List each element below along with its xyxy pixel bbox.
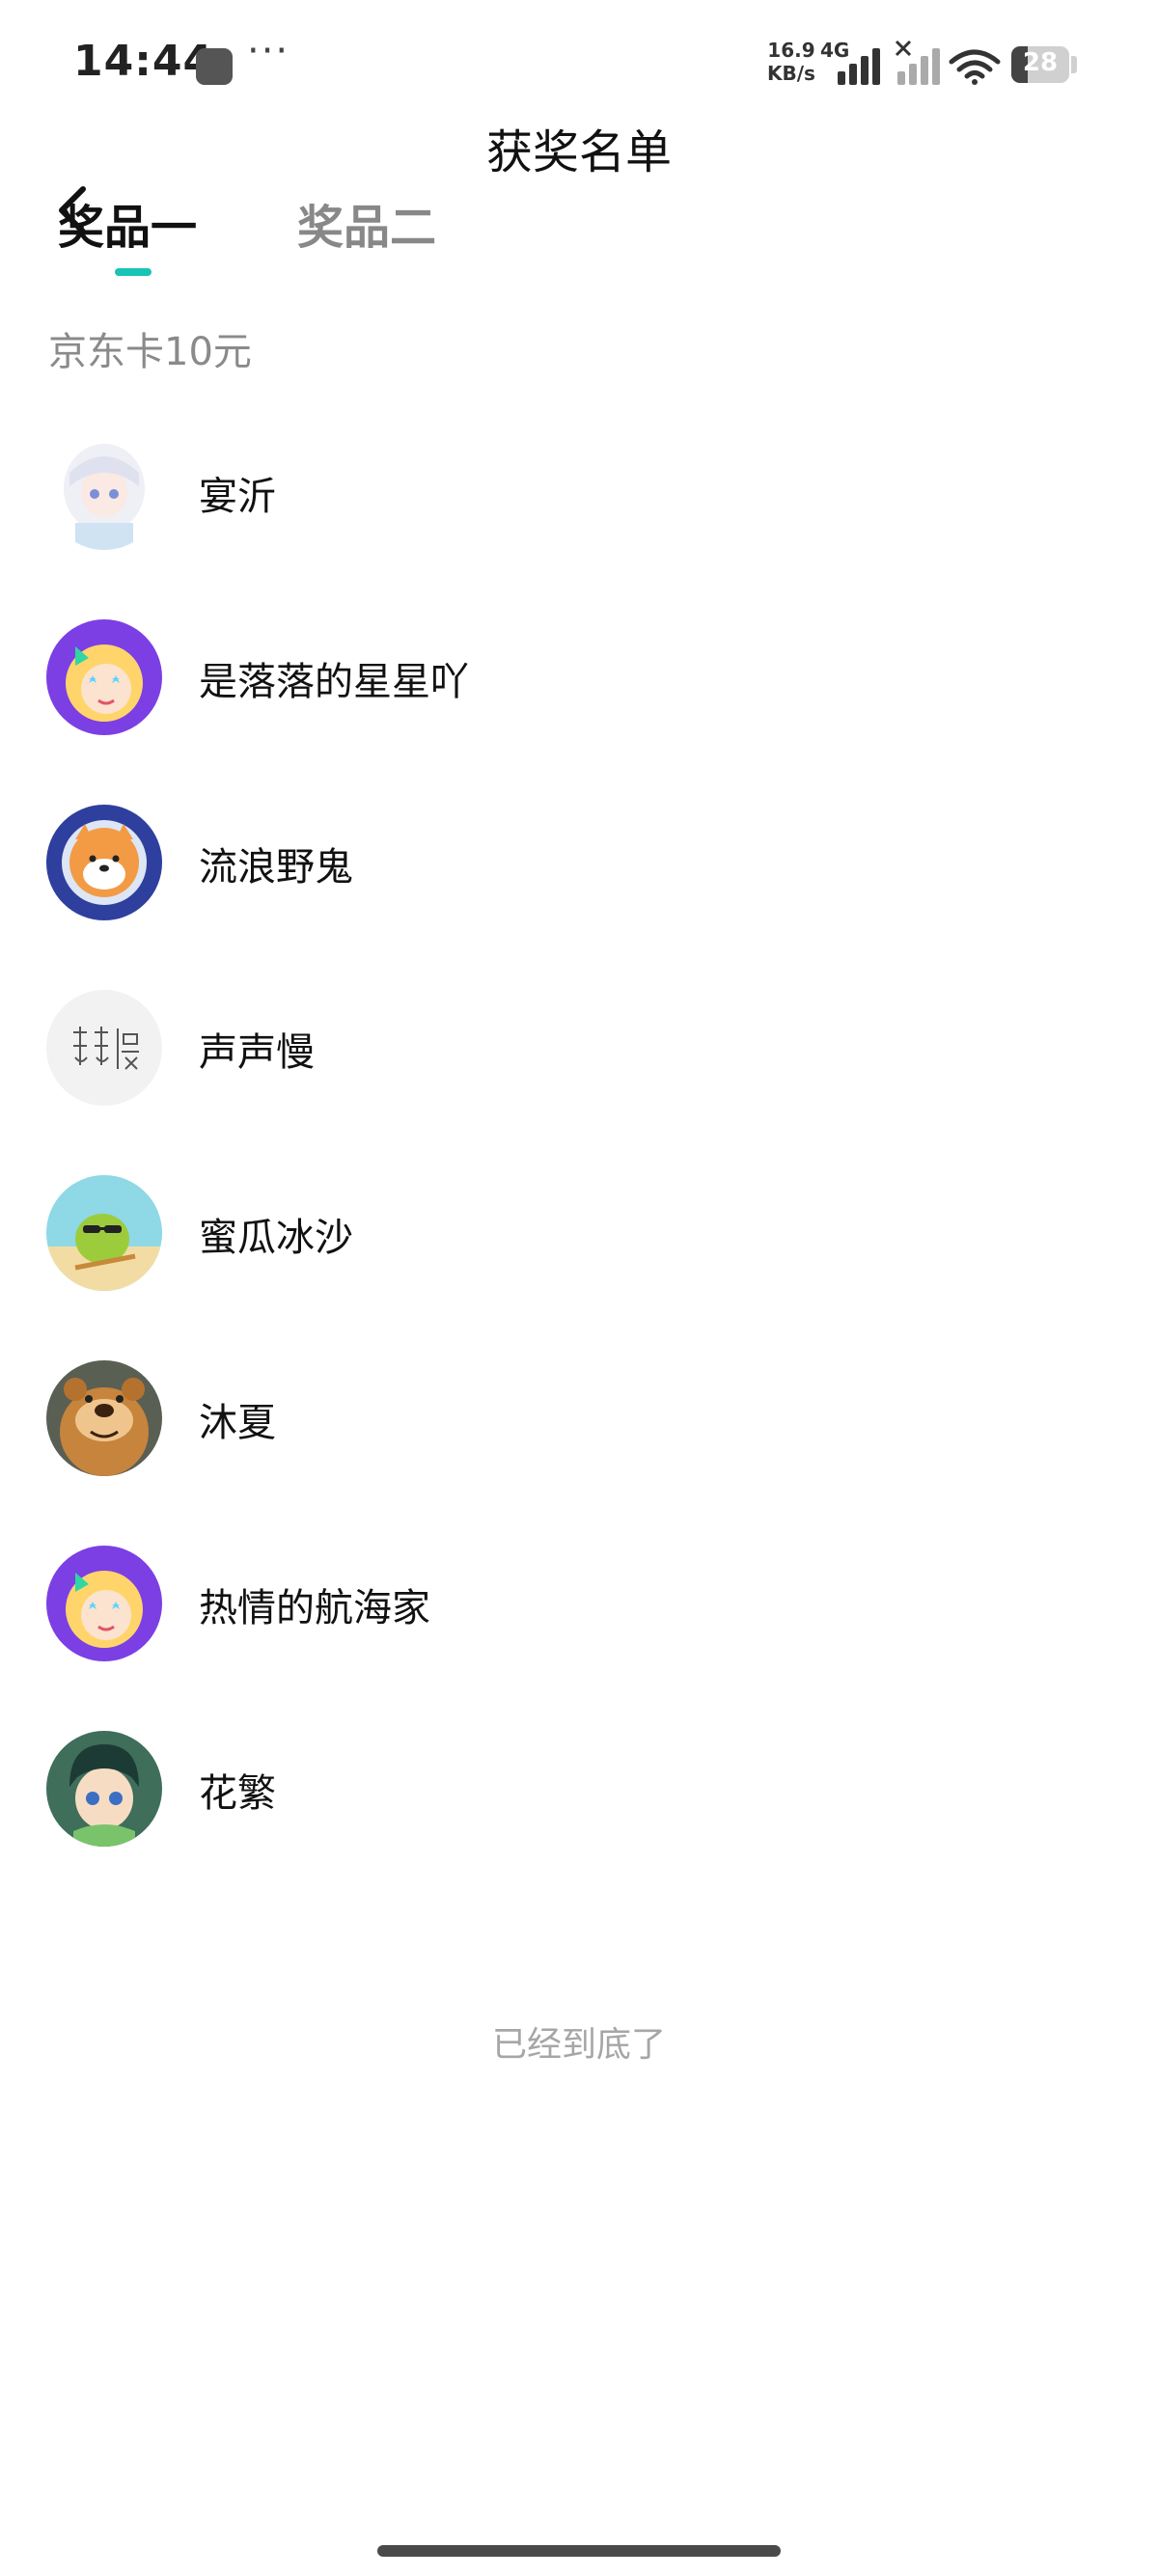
tab-prize-2[interactable]: 奖品二 bbox=[297, 189, 436, 257]
battery-icon: 28 bbox=[1011, 46, 1069, 83]
winner-name: 流浪野鬼 bbox=[199, 845, 353, 890]
app-notification-icon bbox=[196, 48, 233, 85]
status-time: 14:44 bbox=[73, 37, 214, 86]
status-bar: 14:44 ··· 16.9 KB/s 4G 28 bbox=[0, 0, 1158, 125]
network-speed-value: 16.9 bbox=[767, 39, 815, 62]
active-tab-indicator bbox=[115, 268, 152, 276]
winner-row: 沐夏 bbox=[0, 1341, 1158, 1526]
signal-no-service-icon bbox=[895, 40, 946, 85]
winner-name: 热情的航海家 bbox=[199, 1586, 430, 1631]
wifi-icon bbox=[949, 49, 1001, 85]
prize-name: 京东卡10元 bbox=[48, 330, 252, 374]
winner-name: 是落落的星星吖 bbox=[199, 660, 469, 704]
anime-girl-white-hair-avatar bbox=[46, 434, 162, 550]
winner-row: 流浪野鬼 bbox=[0, 785, 1158, 971]
winner-row: 声声慢 bbox=[0, 971, 1158, 1156]
winner-list: 宴沂 是落落的星星吖 流浪野鬼 声声慢 蜜瓜冰沙 沐夏 热情的航海家 花繁 bbox=[0, 415, 1158, 1897]
winner-row: 蜜瓜冰沙 bbox=[0, 1156, 1158, 1341]
more-notifications-icon: ··· bbox=[247, 29, 290, 73]
end-of-list-text: 已经到底了 bbox=[491, 2025, 666, 2065]
home-indicator[interactable] bbox=[377, 2545, 781, 2557]
calligraphy-text-avatar bbox=[46, 990, 162, 1106]
page-title: 获奖名单 bbox=[485, 125, 672, 179]
cartoon-star-eyes-avatar bbox=[46, 619, 162, 735]
battery-level: 28 bbox=[1022, 48, 1059, 77]
melon-beach-sunglasses-avatar bbox=[46, 1175, 162, 1291]
brown-bear-avatar bbox=[46, 1360, 162, 1476]
winner-row: 宴沂 bbox=[0, 415, 1158, 600]
cartoon-star-eyes-avatar bbox=[46, 1546, 162, 1661]
shiba-dog-astronaut-avatar bbox=[46, 805, 162, 920]
network-speed: 16.9 KB/s bbox=[767, 39, 815, 85]
signal-strength-icon bbox=[838, 46, 886, 85]
winner-name: 声声慢 bbox=[199, 1030, 315, 1075]
tab-prize-1[interactable]: 奖品一 bbox=[58, 189, 197, 257]
winner-row: 热情的航海家 bbox=[0, 1526, 1158, 1712]
winner-row: 花繁 bbox=[0, 1712, 1158, 1897]
network-speed-unit: KB/s bbox=[767, 62, 815, 85]
winner-name: 花繁 bbox=[199, 1771, 276, 1816]
winner-name: 宴沂 bbox=[199, 475, 276, 519]
winner-name: 沐夏 bbox=[199, 1401, 276, 1445]
winner-name: 蜜瓜冰沙 bbox=[199, 1216, 353, 1260]
anime-boy-green-avatar bbox=[46, 1731, 162, 1847]
winner-row: 是落落的星星吖 bbox=[0, 600, 1158, 785]
